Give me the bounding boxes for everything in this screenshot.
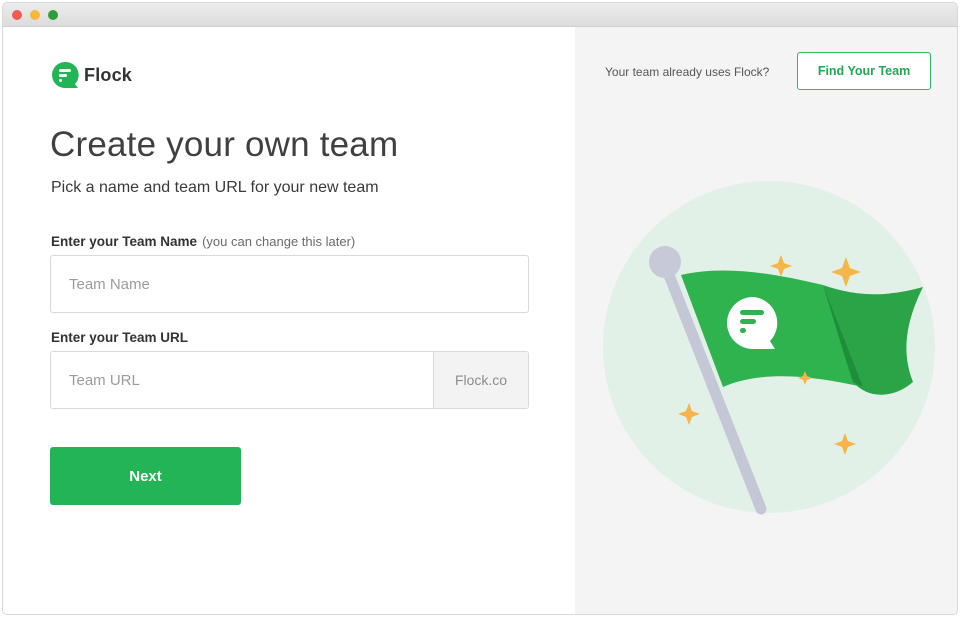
- team-url-input[interactable]: [51, 352, 434, 408]
- next-button[interactable]: Next: [50, 447, 241, 505]
- flock-logo-icon: [52, 61, 79, 88]
- create-team-panel: Flock Create your own team Pick a name a…: [3, 27, 575, 614]
- flag-illustration: [603, 181, 935, 515]
- team-url-label: Enter your Team URL: [51, 330, 189, 345]
- brand-logo: Flock: [50, 60, 132, 90]
- app-window: Flock Create your own team Pick a name a…: [2, 2, 958, 615]
- flag-pole-top: [649, 246, 681, 278]
- team-name-label-text: Enter your Team Name: [51, 234, 198, 249]
- maximize-window-button[interactable]: [48, 10, 58, 20]
- page-title: Create your own team: [50, 125, 399, 164]
- page-subtitle: Pick a name and team URL for your new te…: [51, 179, 379, 196]
- team-name-hint: (you can change this later): [202, 234, 356, 249]
- already-uses-text: Your team already uses Flock?: [605, 65, 770, 79]
- close-window-button[interactable]: [12, 10, 22, 20]
- flag-logo-icon: [727, 297, 778, 349]
- side-panel: Your team already uses Flock? Find Your …: [575, 27, 957, 614]
- team-url-field: Flock.co: [50, 351, 529, 409]
- team-name-label: Enter your Team Name (you can change this…: [51, 234, 355, 249]
- team-name-input[interactable]: [50, 255, 529, 313]
- window-titlebar: [3, 3, 957, 27]
- minimize-window-button[interactable]: [30, 10, 40, 20]
- find-your-team-button[interactable]: Find Your Team: [797, 52, 931, 90]
- team-url-suffix: Flock.co: [433, 352, 528, 408]
- brand-name: Flock: [84, 64, 133, 85]
